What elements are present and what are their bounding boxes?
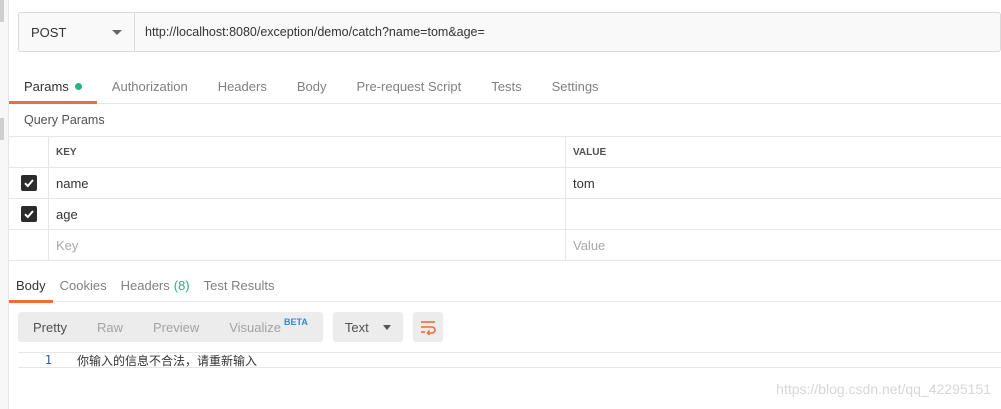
view-raw-button[interactable]: Raw — [82, 312, 138, 342]
view-mode-selector: Pretty Raw Preview Visualize BETA — [18, 312, 323, 342]
column-header-value: VALUE — [573, 146, 607, 158]
method-label: POST — [31, 24, 67, 40]
tab-response-headers-label: Headers — [120, 277, 170, 293]
params-table: KEY VALUE name tom age Key Value — [9, 136, 1001, 261]
url-input[interactable]: http://localhost:8080/exception/demo/cat… — [135, 13, 1000, 51]
row-check-cell — [9, 199, 49, 229]
table-row: name tom — [9, 168, 1001, 199]
scroll-indicator — [0, 118, 4, 140]
table-header-row: KEY VALUE — [9, 137, 1001, 168]
new-param-value-input[interactable]: Value — [566, 230, 1001, 260]
response-body-viewer[interactable]: 1 你输入的信息不合法，请重新输入 — [18, 352, 1001, 368]
wrap-lines-icon — [420, 321, 436, 335]
tab-params-label: Params — [24, 78, 69, 94]
tab-response-headers[interactable]: Headers (8) — [114, 268, 197, 302]
tab-response-body-label: Body — [16, 277, 46, 293]
tab-body[interactable]: Body — [282, 69, 342, 103]
tab-params[interactable]: Params — [9, 69, 97, 104]
tab-pre-request-script-label: Pre-request Script — [356, 78, 462, 94]
response-type-label: Text — [344, 319, 369, 335]
wrap-lines-button[interactable] — [412, 312, 443, 342]
left-sidebar-edge — [0, 0, 9, 409]
response-type-select[interactable]: Text — [332, 312, 403, 342]
tab-pre-request-script[interactable]: Pre-request Script — [341, 69, 476, 103]
response-tabs: Body Cookies Headers (8) Test Results — [9, 268, 1001, 303]
line-number: 1 — [44, 353, 52, 367]
row-check-cell — [9, 230, 49, 260]
tab-tests[interactable]: Tests — [476, 69, 536, 103]
tab-settings-label: Settings — [551, 78, 599, 94]
table-row-new: Key Value — [9, 230, 1001, 261]
view-preview-button[interactable]: Preview — [138, 312, 214, 342]
tab-settings[interactable]: Settings — [537, 69, 614, 103]
view-pretty-button[interactable]: Pretty — [18, 312, 82, 342]
param-value-field[interactable]: tom — [566, 168, 1001, 198]
method-select[interactable]: POST — [19, 13, 135, 51]
tab-tests-label: Tests — [491, 78, 522, 94]
tab-response-body[interactable]: Body — [9, 268, 53, 303]
response-body-text: 你输入的信息不合法，请重新输入 — [77, 353, 258, 368]
tab-test-results-label: Test Results — [203, 277, 275, 293]
row-check-cell — [9, 168, 49, 198]
param-key-field[interactable]: age — [49, 199, 566, 229]
checkmark-icon — [23, 179, 34, 188]
tab-headers-label: Headers — [217, 78, 267, 94]
tab-body-label: Body — [296, 78, 327, 94]
scroll-indicator — [0, 0, 4, 22]
params-active-dot-icon — [74, 82, 82, 90]
visualize-label: Visualize — [229, 319, 282, 335]
tab-test-results[interactable]: Test Results — [197, 268, 282, 302]
tab-authorization[interactable]: Authorization — [97, 69, 203, 103]
chevron-down-icon — [382, 324, 391, 330]
new-param-key-input[interactable]: Key — [49, 230, 566, 260]
tab-cookies-label: Cookies — [59, 277, 107, 293]
checkmark-icon — [23, 210, 34, 219]
column-header-key: KEY — [49, 137, 566, 167]
request-tabs: Params Authorization Headers Body Pre-re… — [9, 70, 1001, 104]
param-key-field[interactable]: name — [49, 168, 566, 198]
header-check-cell — [9, 137, 49, 167]
row-checkbox[interactable] — [20, 175, 37, 191]
headers-count-badge: (8) — [173, 277, 190, 293]
request-bar: POST http://localhost:8080/exception/dem… — [18, 12, 1001, 52]
query-params-title: Query Params — [24, 113, 105, 127]
tab-cookies[interactable]: Cookies — [53, 268, 114, 302]
row-checkbox[interactable] — [20, 206, 37, 222]
param-value-field[interactable] — [566, 199, 1001, 229]
tab-authorization-label: Authorization — [111, 78, 188, 94]
beta-badge: BETA — [284, 317, 308, 327]
chevron-down-icon — [112, 29, 122, 35]
response-toolbar: Pretty Raw Preview Visualize BETA Text — [18, 312, 443, 342]
tab-headers[interactable]: Headers — [203, 69, 282, 103]
watermark: https://blog.csdn.net/qq_42295151 — [776, 381, 991, 397]
view-visualize-button[interactable]: Visualize BETA — [214, 312, 323, 342]
table-row: age — [9, 199, 1001, 230]
